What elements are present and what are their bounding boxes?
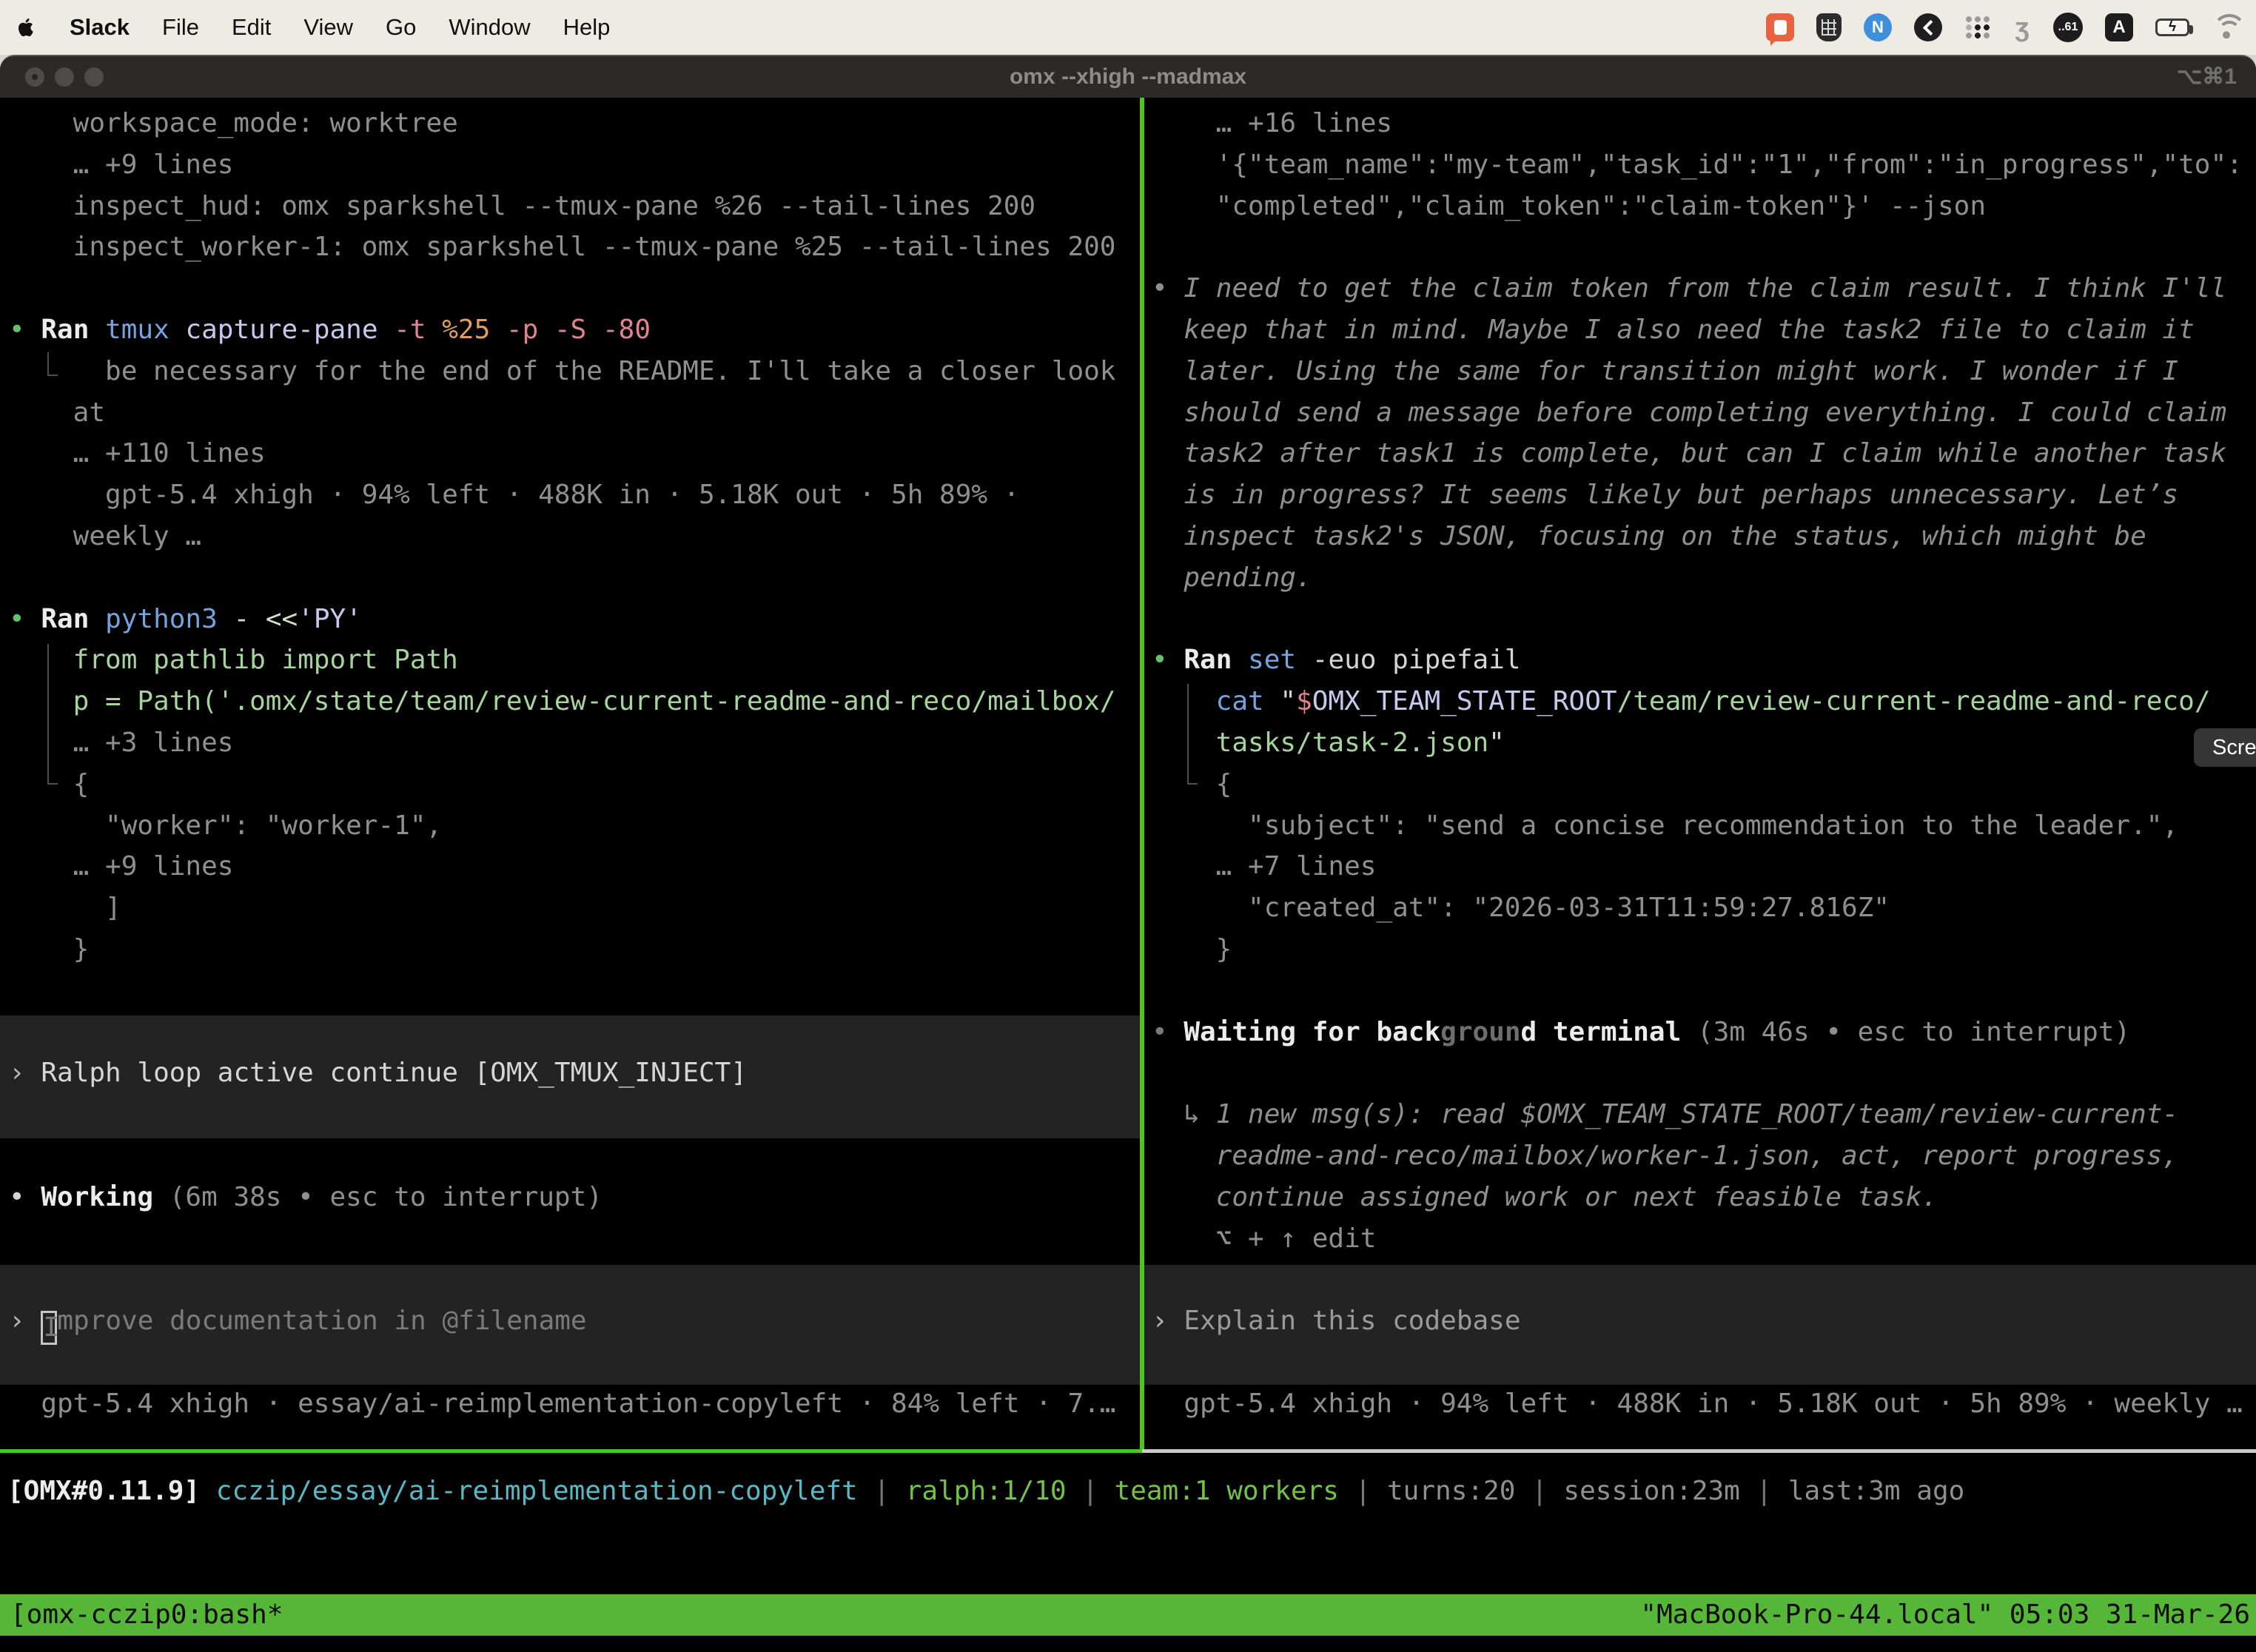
terminal-line: inspect task2's JSON, focusing on the st… [1184,516,2146,557]
terminal-line: ⌥ + ↑ edit [1216,1218,1377,1260]
wifi-icon[interactable] [2212,16,2241,38]
terminal-line: workspace_mode: worktree [73,103,458,144]
menu-items: Slack File Edit View Go Window Help [70,14,610,41]
battery-charging-icon[interactable] [2155,19,2189,36]
terminal-line: '{"team_name":"my-team","task_id":"1","f… [1216,144,2243,186]
menu-item-go[interactable]: Go [386,14,416,41]
terminal-line: be necessary for the end of the README. … [105,351,1115,392]
screenshot-notification[interactable]: Scre [2194,728,2256,767]
terminal-line: task2 after task1 is complete, but can I… [1184,433,2226,474]
dots-grid-icon[interactable] [1964,14,1991,41]
window-title: omx --xhigh --madmax [0,56,2256,98]
terminal-line: "completed","claim_token":"claim-token"}… [1216,186,1986,227]
terminal-line: is in progress? It seems likely but perh… [1184,474,2178,516]
window-titlebar[interactable]: omx --xhigh --madmax ⌥⌘1 [0,56,2256,98]
tmux-host-clock: "MacBook-Pro-44.local" 05:03 31-Mar-26 [1640,1594,2250,1636]
terminal-line: › Explain this codebase [1152,1300,1521,1342]
chat-app-icon[interactable] [1766,13,1794,41]
terminal-line: … +110 lines [73,433,266,474]
terminal-line: { [1216,764,1232,805]
terminal-line: gpt-5.4 xhigh · 94% left · 488K in · 5.1… [1184,1383,2242,1425]
pane-border-inactive [1142,1449,2256,1453]
text-cursor: I [41,1311,57,1345]
terminal-line: ↳ 1 new msg(s): read $OMX_TEAM_STATE_ROO… [1184,1094,2178,1135]
status-icons: Nʒ ..61 A [1766,12,2241,43]
zoom-button[interactable] [84,67,104,87]
squiggle-icon[interactable]: ʒ [2013,12,2031,43]
terminal-line: … +3 lines [73,722,234,764]
right-pane[interactable]: … +16 lines'{"team_name":"my-team","task… [1144,98,2256,1449]
terminal-line: { [73,764,90,805]
blue-badge-icon[interactable]: N [1864,13,1892,41]
terminal-line: tasks/task-2.json" [1216,722,1505,764]
menu-bar-left: Slack File Edit View Go Window Help [15,14,610,41]
terminal-line: • Waiting for background terminal (3m 46… [1152,1012,2130,1053]
terminal-line: • Ran tmux capture-pane -t %25 -p -S -80 [9,309,651,351]
output-connector [47,644,58,785]
terminal-line: weekly … [73,516,201,557]
terminal-line: • Working (6m 38s • esc to interrupt) [9,1177,602,1218]
terminal-line: gpt-5.4 xhigh · essay/ai-reimplementatio… [41,1383,1115,1425]
terminal-line: at [73,392,105,434]
terminal-line: … +9 lines [73,144,234,186]
menu-bar: Slack File Edit View Go Window Help Nʒ ..61 A [0,0,2256,55]
terminal-line: "subject": "send a concise recommendatio… [1248,805,2178,847]
terminal-line: } [1216,929,1232,970]
left-pane[interactable]: workspace_mode: worktree… +9 linesinspec… [0,98,1140,1449]
terminal-line: p = Path('.omx/state/team/review-current… [73,681,1116,722]
terminal-line: keep that in mind. Maybe I also need the… [1184,309,2194,351]
input-source-icon[interactable]: A [2105,13,2133,41]
terminal-line: … +7 lines [1216,846,1377,887]
menu-item-help[interactable]: Help [563,14,611,41]
terminal-line: › Improve documentation in @filename [9,1300,587,1342]
terminal-line: • Ran set -euo pipefail [1152,639,1521,681]
terminal-line: › Ralph loop active continue [OMX_TMUX_I… [9,1052,747,1094]
terminal-line: "created_at": "2026-03-31T11:59:27.816Z" [1248,887,1890,929]
menu-item-view[interactable]: View [303,14,353,41]
terminal-line: inspect_hud: omx sparkshell --tmux-pane … [73,186,1035,227]
omx-status-line: [OMX#0.11.9] cczip/essay/ai-reimplementa… [7,1471,1964,1512]
terminal-line: • Ran python3 - <<'PY' [9,599,362,640]
terminal-line: "worker": "worker-1", [105,805,442,847]
window-shortcut-badge: ⌥⌘1 [2177,56,2237,98]
terminal-line: … +16 lines [1216,103,1392,144]
menu-item-file[interactable]: File [162,14,199,41]
terminal-line: should send a message before completing … [1184,392,2226,434]
menu-item-slack[interactable]: Slack [70,14,130,41]
terminal-line: pending. [1184,557,1312,599]
terminal-line: cat "$OMX_TEAM_STATE_ROOT/team/review-cu… [1216,681,2211,722]
screen-capture-icon[interactable] [1914,13,1942,41]
menu-item-window[interactable]: Window [449,14,530,41]
terminal-line: … +9 lines [73,846,234,887]
terminal-line: from pathlib import Path [73,639,458,681]
output-connector [1187,684,1198,785]
percent-badge-icon[interactable]: ..61 [2053,13,2083,42]
pane-border-active [0,1449,1142,1453]
tmux-status-bar: [omx-cczip0:bash* "MacBook-Pro-44.local"… [0,1594,2256,1636]
tmux-session-label: [omx-cczip0:bash* [10,1594,283,1636]
pane-divider[interactable] [1140,98,1144,1449]
terminal-line: • I need to get the claim token from the… [1152,268,2226,309]
terminal-line: readme-and-reco/mailbox/worker-1.json, a… [1216,1135,2178,1177]
terminal-line: ] [105,887,121,929]
minimize-button[interactable] [55,67,74,87]
menu-item-edit[interactable]: Edit [232,14,271,41]
terminal-line: continue assigned work or next feasible … [1216,1177,1938,1218]
output-connector [47,352,58,376]
apple-icon[interactable] [15,14,37,41]
terminal-line: later. Using the same for transition mig… [1184,351,2178,392]
terminal-line: inspect_worker-1: omx sparkshell --tmux-… [73,226,1116,268]
shield-grid-icon[interactable] [1816,13,1842,41]
traffic-lights [25,67,104,87]
terminal-line: } [73,929,90,970]
close-button[interactable] [25,67,44,87]
terminal-line: gpt-5.4 xhigh · 94% left · 488K in · 5.1… [105,474,1019,516]
terminal-window: omx --xhigh --madmax ⌥⌘1 workspace_mode:… [0,55,2256,1652]
